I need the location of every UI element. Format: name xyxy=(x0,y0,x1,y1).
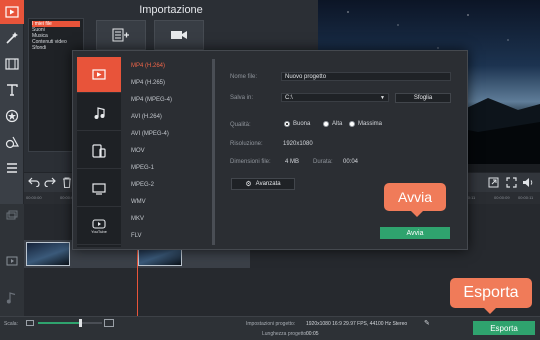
format-option-selected[interactable]: MP4 (H.264) xyxy=(131,63,165,69)
track-header xyxy=(0,204,24,316)
start-callout: Avvia xyxy=(384,183,446,217)
resolution-value: 1920x1080 xyxy=(283,141,313,147)
detach-preview-icon[interactable] xyxy=(488,177,499,190)
scale-label: Scala: xyxy=(4,321,18,327)
format-option[interactable]: MOV xyxy=(131,148,145,154)
zoom-out-icon[interactable] xyxy=(26,320,34,326)
format-option[interactable]: MKV xyxy=(131,216,144,222)
browse-button[interactable]: Sfoglia xyxy=(395,93,451,103)
scale-slider-fill xyxy=(38,322,80,324)
format-option[interactable]: FLV xyxy=(131,233,142,239)
tv-category-icon[interactable] xyxy=(77,171,121,207)
filters-icon[interactable] xyxy=(0,104,24,128)
advanced-button[interactable]: ⚙ Avanzata xyxy=(231,178,295,190)
devices-category-icon[interactable] xyxy=(77,133,121,169)
format-option[interactable]: AVI (H.264) xyxy=(131,114,162,120)
zoom-in-icon[interactable] xyxy=(104,319,114,327)
edit-pencil-icon[interactable]: ✎ xyxy=(424,319,430,327)
format-option[interactable]: WMV xyxy=(131,199,146,205)
chevron-down-icon[interactable]: ▼ xyxy=(380,94,385,102)
export-button[interactable]: Esporta xyxy=(473,321,535,335)
magic-wand-icon[interactable] xyxy=(0,26,24,50)
overlay-track-icon xyxy=(6,210,18,222)
undo-icon[interactable] xyxy=(28,177,40,189)
format-list: MP4 (H.264) MP4 (H.265) MP4 (MPEG-4) AVI… xyxy=(125,57,207,247)
format-option[interactable]: MP4 (MPEG-4) xyxy=(131,97,172,103)
export-callout: Esporta xyxy=(450,278,532,314)
quality-label: Qualità: xyxy=(230,122,251,128)
scale-slider-track[interactable] xyxy=(38,322,102,324)
format-option[interactable]: MP4 (H.265) xyxy=(131,80,165,86)
start-export-button[interactable]: Avvia xyxy=(380,227,450,239)
format-option[interactable]: AVI (MPEG-4) xyxy=(131,131,169,137)
redo-icon[interactable] xyxy=(44,177,56,189)
ruler-tick-label: 00:00:00 xyxy=(26,195,42,200)
format-category-list: YouTube xyxy=(77,57,121,247)
save-location-value: C:\ xyxy=(285,95,293,101)
filesize-value: 4 MB xyxy=(285,159,300,165)
audio-category-icon[interactable] xyxy=(77,95,121,131)
export-dialog: YouTube MP4 (H.264) MP4 (H.265) MP4 (MPE… xyxy=(72,50,468,250)
scale-slider-handle[interactable] xyxy=(78,319,82,327)
import-tool-icon[interactable] xyxy=(0,0,24,24)
format-option[interactable]: MPEG-2 xyxy=(131,182,154,188)
filesize-label: Dimensioni file: xyxy=(230,159,271,165)
project-settings-value: 1920x1080 16:9 29.97 FPS, 44100 Hz Stere… xyxy=(306,321,408,327)
quality-option-max[interactable]: Massima xyxy=(349,121,382,127)
ruler-tick-label: 00:00:09 xyxy=(494,195,510,200)
format-list-scrollbar[interactable] xyxy=(212,59,215,245)
duration-value: 00:04 xyxy=(343,159,359,165)
save-location-label: Salva in: xyxy=(230,95,254,101)
quality-option-label: Massima xyxy=(358,121,383,127)
youtube-category-icon[interactable]: YouTube xyxy=(77,209,121,245)
radio-icon xyxy=(323,121,329,127)
quality-option-high[interactable]: Alta xyxy=(323,121,342,127)
youtube-label: YouTube xyxy=(91,229,107,234)
video-track-icon xyxy=(6,256,18,268)
filmstrip-icon[interactable] xyxy=(0,52,24,76)
advanced-label: Avanzata xyxy=(255,181,281,187)
format-option[interactable]: MPEG-1 xyxy=(131,165,154,171)
more-menu-icon[interactable] xyxy=(0,156,24,180)
delete-icon[interactable] xyxy=(62,177,72,190)
radio-selected-icon xyxy=(284,121,290,127)
save-location-field[interactable]: C:\ ▼ xyxy=(281,93,389,102)
video-clip[interactable] xyxy=(26,242,70,266)
resolution-label: Risoluzione: xyxy=(230,141,263,147)
titles-icon[interactable] xyxy=(0,78,24,102)
quality-option-label: Buona xyxy=(293,121,311,127)
shapes-icon[interactable] xyxy=(0,130,24,154)
project-settings-label: Impostazioni progetto: xyxy=(246,321,296,327)
gear-icon: ⚙ xyxy=(245,181,252,188)
video-category-icon[interactable] xyxy=(77,57,121,93)
add-media-icon[interactable] xyxy=(96,20,146,50)
volume-icon[interactable] xyxy=(522,177,534,190)
record-video-icon[interactable] xyxy=(154,20,204,50)
import-title: Importazione xyxy=(139,4,203,16)
music-track-icon xyxy=(6,292,16,306)
ruler-tick-label: 00:00:11 xyxy=(518,195,534,200)
filename-field[interactable]: Nuovo progetto xyxy=(281,72,451,81)
project-length-label: Lunghezza progetto: xyxy=(262,331,308,337)
fullscreen-icon[interactable] xyxy=(506,177,517,190)
project-length-value: 00:05 xyxy=(306,331,319,337)
radio-icon xyxy=(349,121,355,127)
duration-label: Durata: xyxy=(313,159,333,165)
quality-option-good[interactable]: Buona xyxy=(284,121,310,127)
status-bar: Scala: Impostazioni progetto: 1920x1080 … xyxy=(0,316,540,340)
quality-option-label: Alta xyxy=(332,121,343,127)
filename-label: Nome file: xyxy=(230,74,258,80)
